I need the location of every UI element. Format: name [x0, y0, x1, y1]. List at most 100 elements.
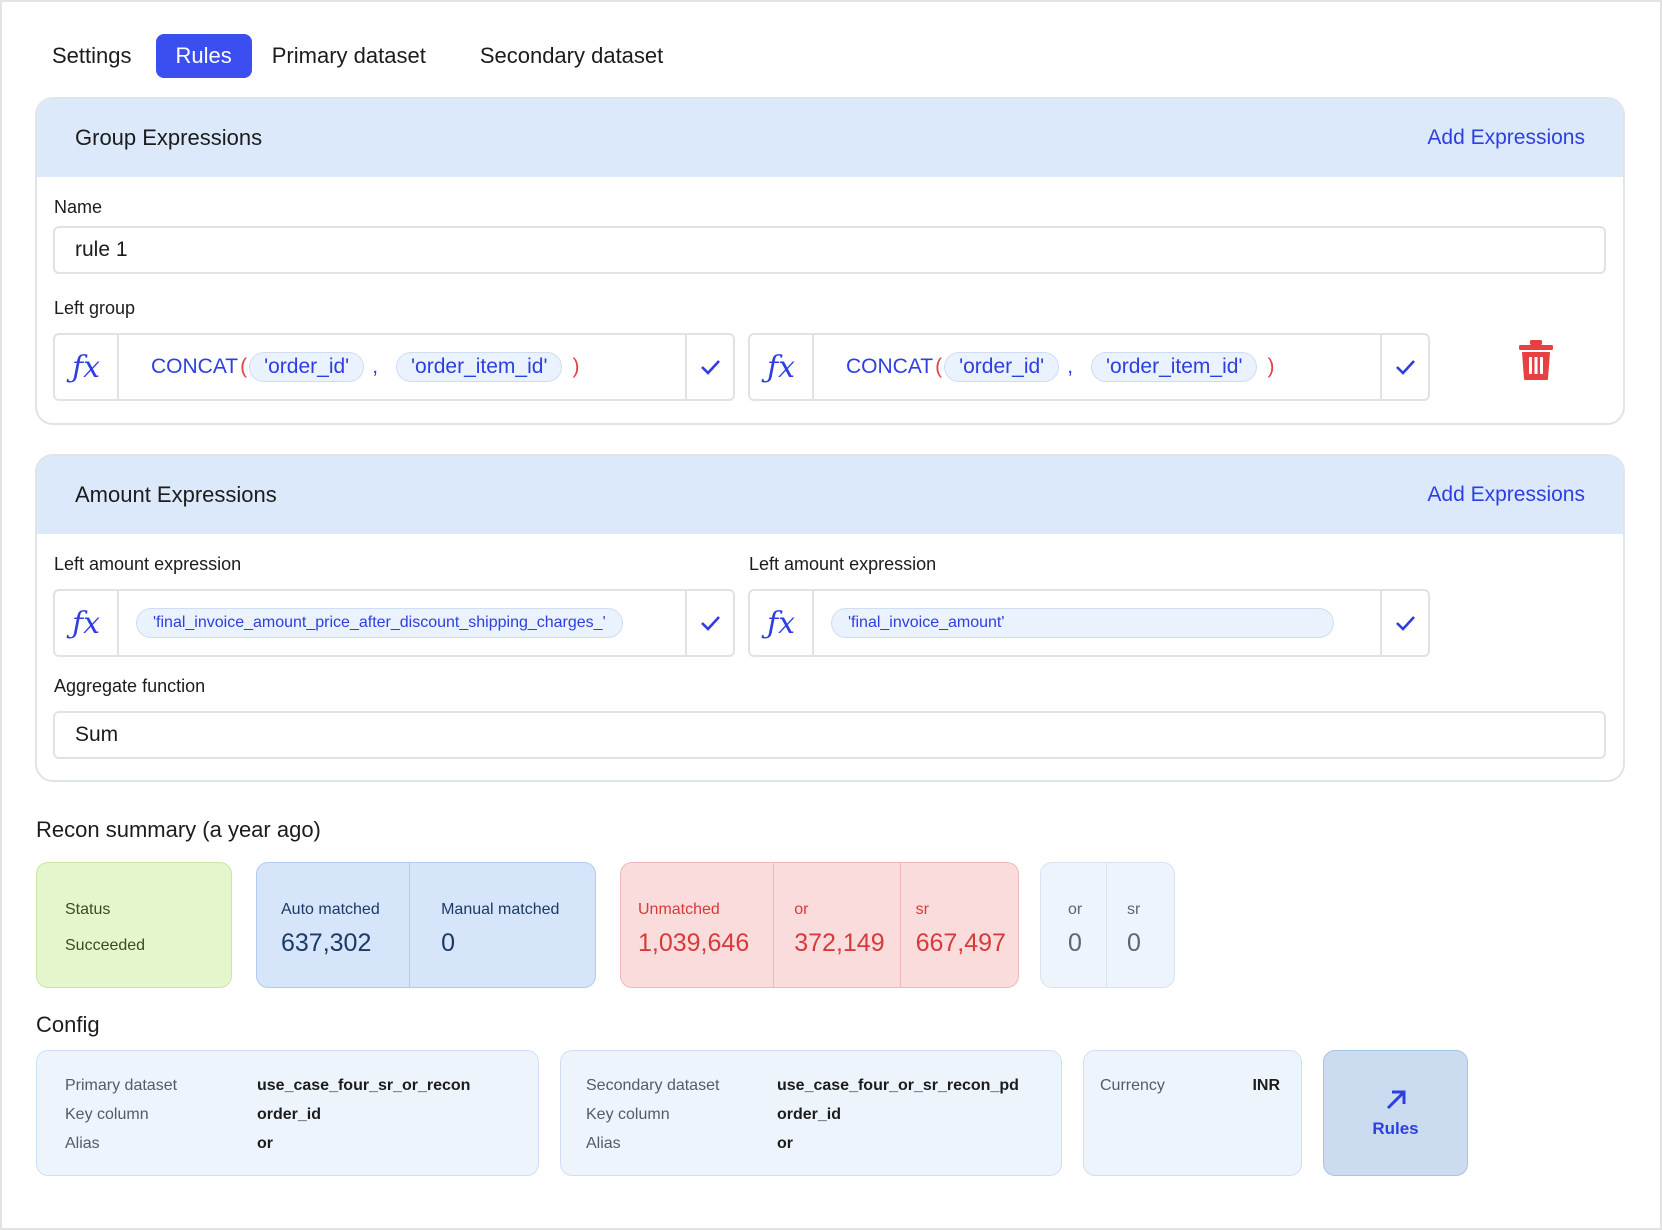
open-paren: ( [240, 355, 248, 378]
open-paren: ( [935, 355, 943, 378]
extra-or-value: 0 [1068, 929, 1082, 957]
auto-matched-cell: Auto matched 637,302 [257, 863, 411, 987]
unmatched-or-value: 372,149 [794, 929, 885, 957]
group-expressions-header: Group Expressions Add Expressions [37, 99, 1623, 177]
primary-dataset-key: Primary dataset [65, 1077, 178, 1094]
extra-sr-cell: sr 0 [1107, 863, 1174, 987]
manual-matched-value: 0 [441, 929, 455, 957]
unmatched-sr-label: sr [915, 901, 929, 918]
confirm-button[interactable] [1380, 591, 1428, 655]
secondary-key-column-key: Key column [586, 1106, 670, 1123]
currency-config-card: Currency INR [1083, 1050, 1302, 1176]
argument-chip[interactable]: 'final_invoice_amount' [831, 608, 1334, 638]
confirm-button[interactable] [1380, 335, 1428, 399]
confirm-button[interactable] [685, 335, 733, 399]
argument-chip[interactable]: 'final_invoice_amount_price_after_discou… [136, 608, 623, 638]
group-expression-2-body[interactable]: CONCAT ( 'order_id' , 'order_item_id' ) [814, 335, 1380, 399]
unmatched-cell: Unmatched 1,039,646 [621, 863, 775, 987]
check-icon [1396, 360, 1415, 375]
rules-button-label: Rules [1372, 1119, 1419, 1138]
amount-expression-1[interactable]: ƒx 'final_invoice_amount_price_after_dis… [53, 589, 735, 657]
extra-card: or 0 sr 0 [1040, 862, 1175, 988]
function-name: CONCAT [846, 355, 934, 378]
unmatched-value: 1,039,646 [638, 929, 750, 957]
unmatched-card: Unmatched 1,039,646 or 372,149 sr 667,49… [620, 862, 1019, 988]
amount-expressions-title: Amount Expressions [75, 482, 277, 507]
add-group-expressions-link[interactable]: Add Expressions [1427, 126, 1585, 150]
currency-key: Currency [1100, 1077, 1165, 1094]
manual-matched-label: Manual matched [441, 901, 560, 918]
group-expression-2[interactable]: ƒx CONCAT ( 'order_id' , 'order_item_id'… [748, 333, 1430, 401]
trash-icon[interactable] [1518, 339, 1554, 381]
amount-expression-1-body[interactable]: 'final_invoice_amount_price_after_discou… [119, 591, 685, 655]
tab-rules[interactable]: Rules [155, 34, 252, 78]
argument-chip[interactable]: 'order_id' [249, 352, 365, 382]
matched-card: Auto matched 637,302 Manual matched 0 [256, 862, 596, 988]
arrow-up-right-icon [1386, 1090, 1405, 1110]
secondary-alias-value: or [777, 1135, 793, 1152]
group-expressions-title: Group Expressions [75, 125, 263, 150]
unmatched-or-cell: or 372,149 [774, 863, 901, 987]
argument-chip[interactable]: 'order_id' [944, 352, 1060, 382]
group-expression-1[interactable]: ƒx CONCAT ( 'order_id' , 'order_item_id'… [53, 333, 735, 401]
secondary-key-column-value: order_id [777, 1106, 842, 1123]
status-card: Status Succeeded [36, 862, 232, 988]
config-title: Config [36, 1012, 100, 1037]
tab-bar: Settings Rules Primary dataset Secondary… [32, 34, 683, 78]
aggregate-function-select[interactable]: Sum [53, 711, 1606, 759]
auto-matched-label: Auto matched [281, 901, 380, 918]
secondary-dataset-key: Secondary dataset [586, 1077, 720, 1094]
close-paren: ) [1267, 355, 1275, 378]
group-expression-1-body[interactable]: CONCAT ( 'order_id' , 'order_item_id' ) [119, 335, 685, 399]
tab-settings[interactable]: Settings [32, 34, 152, 78]
name-input[interactable]: rule 1 [53, 226, 1606, 274]
unmatched-sr-value: 667,497 [915, 929, 1006, 957]
primary-key-column-value: order_id [257, 1106, 322, 1123]
unmatched-label: Unmatched [638, 901, 720, 918]
function-icon: ƒx [55, 591, 119, 655]
check-icon [701, 616, 720, 631]
amount-expression-2[interactable]: ƒx 'final_invoice_amount' [748, 589, 1430, 657]
argument-chip[interactable]: 'order_item_id' [1091, 352, 1258, 382]
tab-primary-dataset[interactable]: Primary dataset [252, 34, 446, 78]
unmatched-sr-cell: sr 667,497 [901, 863, 1018, 987]
secondary-alias-key: Alias [586, 1135, 621, 1152]
extra-or-cell: or 0 [1041, 863, 1108, 987]
close-paren: ) [572, 355, 580, 378]
name-label: Name [54, 197, 103, 217]
tab-secondary-dataset[interactable]: Secondary dataset [460, 34, 683, 78]
primary-alias-value: or [257, 1135, 273, 1152]
left-amount-expression-label: Left amount expression [54, 554, 242, 574]
unmatched-or-label: or [794, 901, 809, 918]
primary-dataset-value: use_case_four_sr_or_recon [257, 1077, 471, 1094]
status-value: Succeeded [65, 937, 146, 954]
auto-matched-value: 637,302 [281, 929, 372, 957]
secondary-dataset-value: use_case_four_or_sr_recon_pd [777, 1077, 1019, 1094]
primary-config-card: Primary dataset use_case_four_sr_or_reco… [36, 1050, 539, 1176]
function-icon: ƒx [750, 335, 814, 399]
secondary-config-card: Secondary dataset use_case_four_or_sr_re… [560, 1050, 1062, 1176]
left-amount-expression-label: Left amount expression [749, 554, 937, 574]
confirm-button[interactable] [685, 591, 733, 655]
extra-sr-label: sr [1127, 901, 1141, 918]
recon-summary-title: Recon summary (a year ago) [36, 817, 321, 842]
argument-chip[interactable]: 'order_item_id' [396, 352, 563, 382]
check-icon [701, 360, 720, 375]
manual-matched-cell: Manual matched 0 [410, 863, 595, 987]
extra-or-label: or [1068, 901, 1083, 918]
primary-alias-key: Alias [65, 1135, 100, 1152]
amount-expressions-header: Amount Expressions Add Expressions [37, 456, 1623, 534]
function-icon: ƒx [750, 591, 814, 655]
function-icon: ƒx [55, 335, 119, 399]
rules-button[interactable]: Rules [1323, 1050, 1468, 1176]
extra-sr-value: 0 [1127, 929, 1141, 957]
aggregate-function-label: Aggregate function [54, 676, 206, 696]
currency-value: INR [1252, 1077, 1280, 1094]
primary-key-column-key: Key column [65, 1106, 149, 1123]
status-label: Status [65, 901, 111, 918]
add-amount-expressions-link[interactable]: Add Expressions [1427, 483, 1585, 507]
left-group-label: Left group [54, 298, 136, 318]
status-cell: Status Succeeded [37, 863, 231, 987]
function-name: CONCAT [151, 355, 239, 378]
amount-expression-2-body[interactable]: 'final_invoice_amount' [814, 591, 1380, 655]
